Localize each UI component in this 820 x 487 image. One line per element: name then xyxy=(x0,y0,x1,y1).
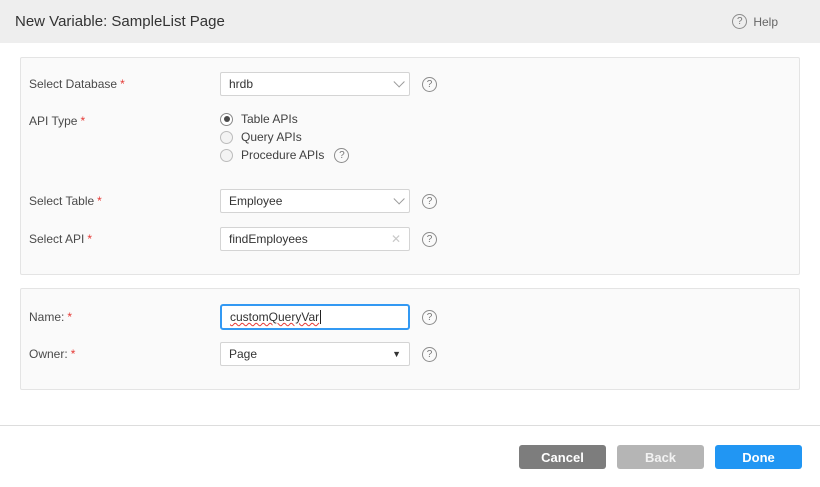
radio-query-apis[interactable]: Query APIs xyxy=(220,130,349,144)
api-selection-panel: Select Database* hrdb ? API Type* Table … xyxy=(20,57,800,275)
select-api-help-icon[interactable]: ? xyxy=(422,232,437,247)
owner-value: Page xyxy=(229,347,257,361)
name-help-icon[interactable]: ? xyxy=(422,310,437,325)
owner-select[interactable]: Page ▼ xyxy=(220,342,410,366)
clear-icon[interactable]: ✕ xyxy=(391,232,401,246)
caret-down-icon: ▼ xyxy=(392,349,401,359)
select-table-help-icon[interactable]: ? xyxy=(422,194,437,209)
name-value: customQueryVar xyxy=(230,310,319,324)
required-marker: * xyxy=(67,310,72,324)
select-table-row: Select Table* Employee ? xyxy=(29,189,779,213)
chevron-down-icon xyxy=(393,76,404,87)
required-marker: * xyxy=(120,77,125,91)
dialog-header: New Variable: SampleList Page ? Help xyxy=(0,0,820,43)
text-cursor xyxy=(320,310,321,324)
radio-procedure-apis[interactable]: Procedure APIs ? xyxy=(220,148,349,162)
select-database-help-icon[interactable]: ? xyxy=(422,77,437,92)
help-button[interactable]: ? Help xyxy=(732,14,778,29)
select-database-value: hrdb xyxy=(229,77,253,91)
radio-unselected-icon xyxy=(220,131,233,144)
required-marker: * xyxy=(97,194,102,208)
radio-table-apis[interactable]: Table APIs xyxy=(220,112,349,126)
required-marker: * xyxy=(71,347,76,361)
select-database-dropdown[interactable]: hrdb xyxy=(220,72,410,96)
api-type-radio-group: Table APIs Query APIs Procedure APIs ? xyxy=(220,112,349,162)
select-api-input[interactable]: findEmployees ✕ xyxy=(220,227,410,251)
radio-unselected-icon xyxy=(220,149,233,162)
name-input[interactable]: customQueryVar xyxy=(220,304,410,330)
select-table-value: Employee xyxy=(229,194,282,208)
variable-details-panel: Name:* customQueryVar ? Owner:* Page ▼ ? xyxy=(20,288,800,390)
select-api-row: Select API* findEmployees ✕ ? xyxy=(29,227,779,251)
select-api-label: Select API* xyxy=(29,232,220,246)
select-database-label: Select Database* xyxy=(29,77,220,91)
footer-actions: Cancel Back Done xyxy=(0,426,820,469)
radio-selected-icon xyxy=(220,113,233,126)
api-type-label: API Type* xyxy=(29,112,220,128)
select-database-row: Select Database* hrdb ? xyxy=(29,72,779,96)
select-table-label: Select Table* xyxy=(29,194,220,208)
owner-label: Owner:* xyxy=(29,347,220,361)
owner-help-icon[interactable]: ? xyxy=(422,347,437,362)
required-marker: * xyxy=(80,114,85,128)
cancel-button[interactable]: Cancel xyxy=(519,445,606,469)
select-table-dropdown[interactable]: Employee xyxy=(220,189,410,213)
back-button[interactable]: Back xyxy=(617,445,704,469)
chevron-down-icon xyxy=(393,193,404,204)
api-type-row: API Type* Table APIs Query APIs Procedur… xyxy=(29,112,779,162)
name-row: Name:* customQueryVar ? xyxy=(29,304,779,330)
name-label: Name:* xyxy=(29,310,220,324)
dialog-body: Select Database* hrdb ? API Type* Table … xyxy=(0,57,820,390)
api-type-help-icon[interactable]: ? xyxy=(334,148,349,163)
page-title: New Variable: SampleList Page xyxy=(15,13,225,30)
required-marker: * xyxy=(87,232,92,246)
select-api-value: findEmployees xyxy=(229,232,308,246)
help-icon: ? xyxy=(732,14,747,29)
done-button[interactable]: Done xyxy=(715,445,802,469)
help-label: Help xyxy=(753,15,778,29)
owner-row: Owner:* Page ▼ ? xyxy=(29,342,779,366)
